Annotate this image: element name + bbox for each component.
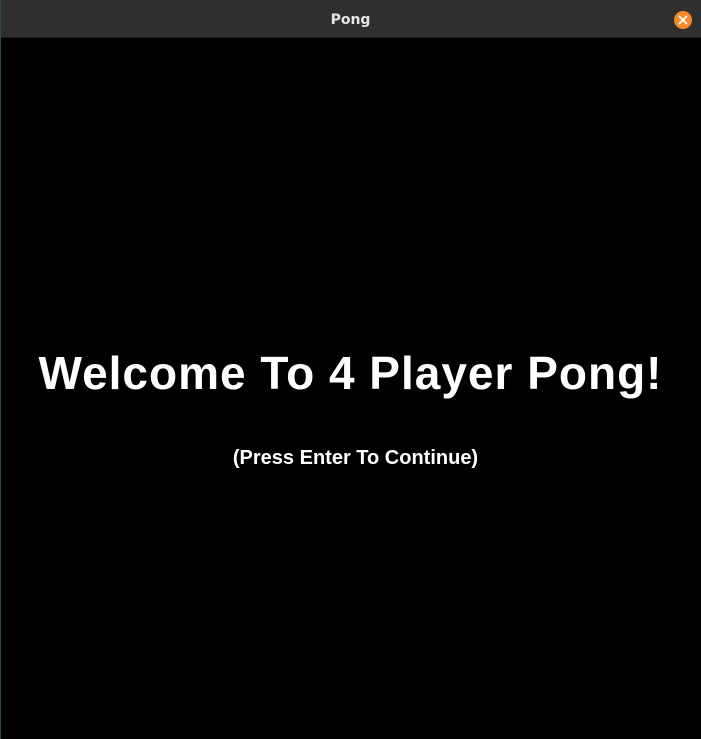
window-title: Pong xyxy=(330,12,371,28)
title-bar[interactable]: Pong xyxy=(0,0,701,38)
close-button[interactable] xyxy=(674,11,692,29)
continue-prompt: (Press Enter To Continue) xyxy=(232,447,479,469)
game-window: Pong Welcome To 4 Player Pong! (Press En… xyxy=(0,0,701,739)
close-icon xyxy=(678,15,688,25)
welcome-heading: Welcome To 4 Player Pong! xyxy=(38,347,663,399)
